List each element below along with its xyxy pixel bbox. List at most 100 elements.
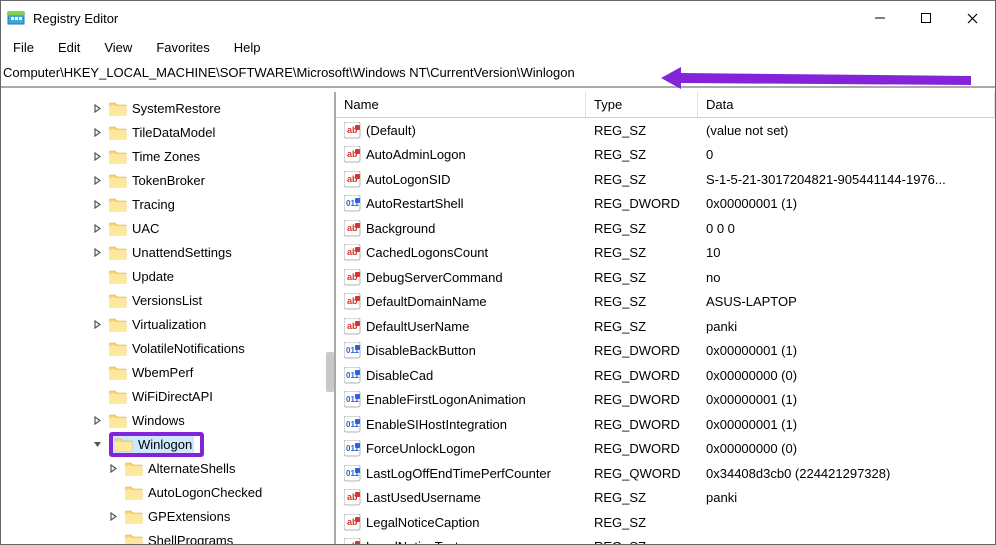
value-name: AutoAdminLogon bbox=[366, 147, 466, 162]
minimize-button[interactable] bbox=[857, 1, 903, 35]
chevron-right-icon[interactable] bbox=[109, 512, 125, 521]
menu-file[interactable]: File bbox=[3, 38, 44, 57]
menu-help[interactable]: Help bbox=[224, 38, 271, 57]
value-row[interactable]: (Default)REG_SZ(value not set) bbox=[336, 118, 995, 143]
tree-item[interactable]: SystemRestore bbox=[1, 96, 334, 120]
value-name: DebugServerCommand bbox=[366, 270, 503, 285]
value-type: REG_DWORD bbox=[586, 417, 698, 432]
tree-item[interactable]: Tracing bbox=[1, 192, 334, 216]
value-type: REG_SZ bbox=[586, 172, 698, 187]
chevron-right-icon[interactable] bbox=[93, 224, 109, 233]
value-name: AutoLogonSID bbox=[366, 172, 451, 187]
tree-pane[interactable]: SystemRestore TileDataModel Time Zones Toke… bbox=[1, 92, 336, 544]
column-type[interactable]: Type bbox=[586, 92, 698, 117]
chevron-right-icon[interactable] bbox=[93, 104, 109, 113]
tree-item-label: TokenBroker bbox=[132, 173, 205, 188]
tree-item[interactable]: Windows bbox=[1, 408, 334, 432]
chevron-right-icon[interactable] bbox=[93, 248, 109, 257]
value-row[interactable]: EnableFirstLogonAnimationREG_DWORD0x0000… bbox=[336, 388, 995, 413]
menubar: File Edit View Favorites Help bbox=[1, 35, 995, 62]
column-data[interactable]: Data bbox=[698, 92, 995, 117]
value-row[interactable]: AutoAdminLogonREG_SZ0 bbox=[336, 143, 995, 168]
reg-string-icon bbox=[344, 220, 361, 237]
column-headers: Name Type Data bbox=[336, 92, 995, 118]
chevron-down-icon[interactable] bbox=[93, 440, 109, 449]
tree-item[interactable]: WiFiDirectAPI bbox=[1, 384, 334, 408]
tree-item[interactable]: Time Zones bbox=[1, 144, 334, 168]
tree-item[interactable]: UAC bbox=[1, 216, 334, 240]
value-row[interactable]: DisableBackButtonREG_DWORD0x00000001 (1) bbox=[336, 339, 995, 364]
tree-item[interactable]: TileDataModel bbox=[1, 120, 334, 144]
menu-edit[interactable]: Edit bbox=[48, 38, 90, 57]
value-row[interactable]: DefaultUserNameREG_SZpanki bbox=[336, 314, 995, 339]
tree-item[interactable]: VolatileNotifications bbox=[1, 336, 334, 360]
value-row[interactable]: AutoLogonSIDREG_SZS-1-5-21-3017204821-90… bbox=[336, 167, 995, 192]
value-row[interactable]: LastLogOffEndTimePerfCounterREG_QWORD0x3… bbox=[336, 461, 995, 486]
chevron-right-icon[interactable] bbox=[93, 128, 109, 137]
reg-string-icon bbox=[344, 171, 361, 188]
reg-string-icon bbox=[344, 146, 361, 163]
folder-icon bbox=[109, 389, 127, 404]
value-row[interactable]: BackgroundREG_SZ0 0 0 bbox=[336, 216, 995, 241]
value-row[interactable]: LegalNoticeCaptionREG_SZ bbox=[336, 510, 995, 535]
value-row[interactable]: EnableSIHostIntegrationREG_DWORD0x000000… bbox=[336, 412, 995, 437]
tree-item[interactable]: AlternateShells bbox=[1, 456, 334, 480]
value-name: CachedLogonsCount bbox=[366, 245, 488, 260]
tree-item[interactable]: ShellPrograms bbox=[1, 528, 334, 544]
reg-string-icon bbox=[344, 293, 361, 310]
tree-item[interactable]: UnattendSettings bbox=[1, 240, 334, 264]
close-button[interactable] bbox=[949, 1, 995, 35]
address-bar[interactable]: Computer\HKEY_LOCAL_MACHINE\SOFTWARE\Mic… bbox=[1, 62, 995, 88]
folder-icon bbox=[125, 461, 143, 476]
chevron-right-icon[interactable] bbox=[93, 320, 109, 329]
tree-item-label: WiFiDirectAPI bbox=[132, 389, 213, 404]
value-row[interactable]: ForceUnlockLogonREG_DWORD0x00000000 (0) bbox=[336, 437, 995, 462]
menu-view[interactable]: View bbox=[94, 38, 142, 57]
tree-item[interactable]: Virtualization bbox=[1, 312, 334, 336]
registry-editor-window: Registry Editor File Edit View Favorites… bbox=[0, 0, 996, 545]
tree-item-label: WbemPerf bbox=[132, 365, 193, 380]
splitter-handle[interactable] bbox=[326, 352, 334, 392]
chevron-right-icon[interactable] bbox=[93, 176, 109, 185]
value-row[interactable]: CachedLogonsCountREG_SZ10 bbox=[336, 241, 995, 266]
tree-item-label: Virtualization bbox=[132, 317, 206, 332]
tree-item[interactable]: Update bbox=[1, 264, 334, 288]
address-path: Computer\HKEY_LOCAL_MACHINE\SOFTWARE\Mic… bbox=[3, 65, 575, 80]
value-type: REG_DWORD bbox=[586, 368, 698, 383]
folder-icon bbox=[109, 293, 127, 308]
tree-item[interactable]: VersionsList bbox=[1, 288, 334, 312]
chevron-right-icon[interactable] bbox=[93, 416, 109, 425]
value-type: REG_SZ bbox=[586, 270, 698, 285]
tree-item-label: ShellPrograms bbox=[148, 533, 233, 545]
tree-item[interactable]: TokenBroker bbox=[1, 168, 334, 192]
value-row[interactable]: DisableCadREG_DWORD0x00000000 (0) bbox=[336, 363, 995, 388]
value-row[interactable]: DebugServerCommandREG_SZno bbox=[336, 265, 995, 290]
reg-string-icon bbox=[344, 318, 361, 335]
value-type: REG_DWORD bbox=[586, 196, 698, 211]
value-type: REG_SZ bbox=[586, 245, 698, 260]
chevron-right-icon[interactable] bbox=[93, 152, 109, 161]
tree-item[interactable]: WbemPerf bbox=[1, 360, 334, 384]
reg-string-icon bbox=[344, 514, 361, 531]
value-row[interactable]: DefaultDomainNameREG_SZASUS-LAPTOP bbox=[336, 290, 995, 315]
chevron-right-icon[interactable] bbox=[93, 200, 109, 209]
maximize-button[interactable] bbox=[903, 1, 949, 35]
tree-item[interactable]: GPExtensions bbox=[1, 504, 334, 528]
menu-favorites[interactable]: Favorites bbox=[146, 38, 219, 57]
value-row[interactable]: AutoRestartShellREG_DWORD0x00000001 (1) bbox=[336, 192, 995, 217]
value-data: 0x00000001 (1) bbox=[698, 417, 995, 432]
folder-icon bbox=[109, 341, 127, 356]
tree-item-label: TileDataModel bbox=[132, 125, 215, 140]
tree-item-label: Windows bbox=[132, 413, 185, 428]
column-name[interactable]: Name bbox=[336, 92, 586, 117]
value-row[interactable]: LastUsedUsernameREG_SZpanki bbox=[336, 486, 995, 511]
chevron-right-icon[interactable] bbox=[109, 464, 125, 473]
value-data: ASUS-LAPTOP bbox=[698, 294, 995, 309]
folder-icon bbox=[109, 413, 127, 428]
value-type: REG_SZ bbox=[586, 319, 698, 334]
tree-item[interactable]: AutoLogonChecked bbox=[1, 480, 334, 504]
tree-item[interactable]: Winlogon bbox=[1, 432, 334, 456]
values-pane[interactable]: Name Type Data (Default)REG_SZ(value not… bbox=[336, 92, 995, 544]
tree-item-label: VersionsList bbox=[132, 293, 202, 308]
value-row[interactable]: LegalNoticeTextREG_SZ bbox=[336, 535, 995, 545]
